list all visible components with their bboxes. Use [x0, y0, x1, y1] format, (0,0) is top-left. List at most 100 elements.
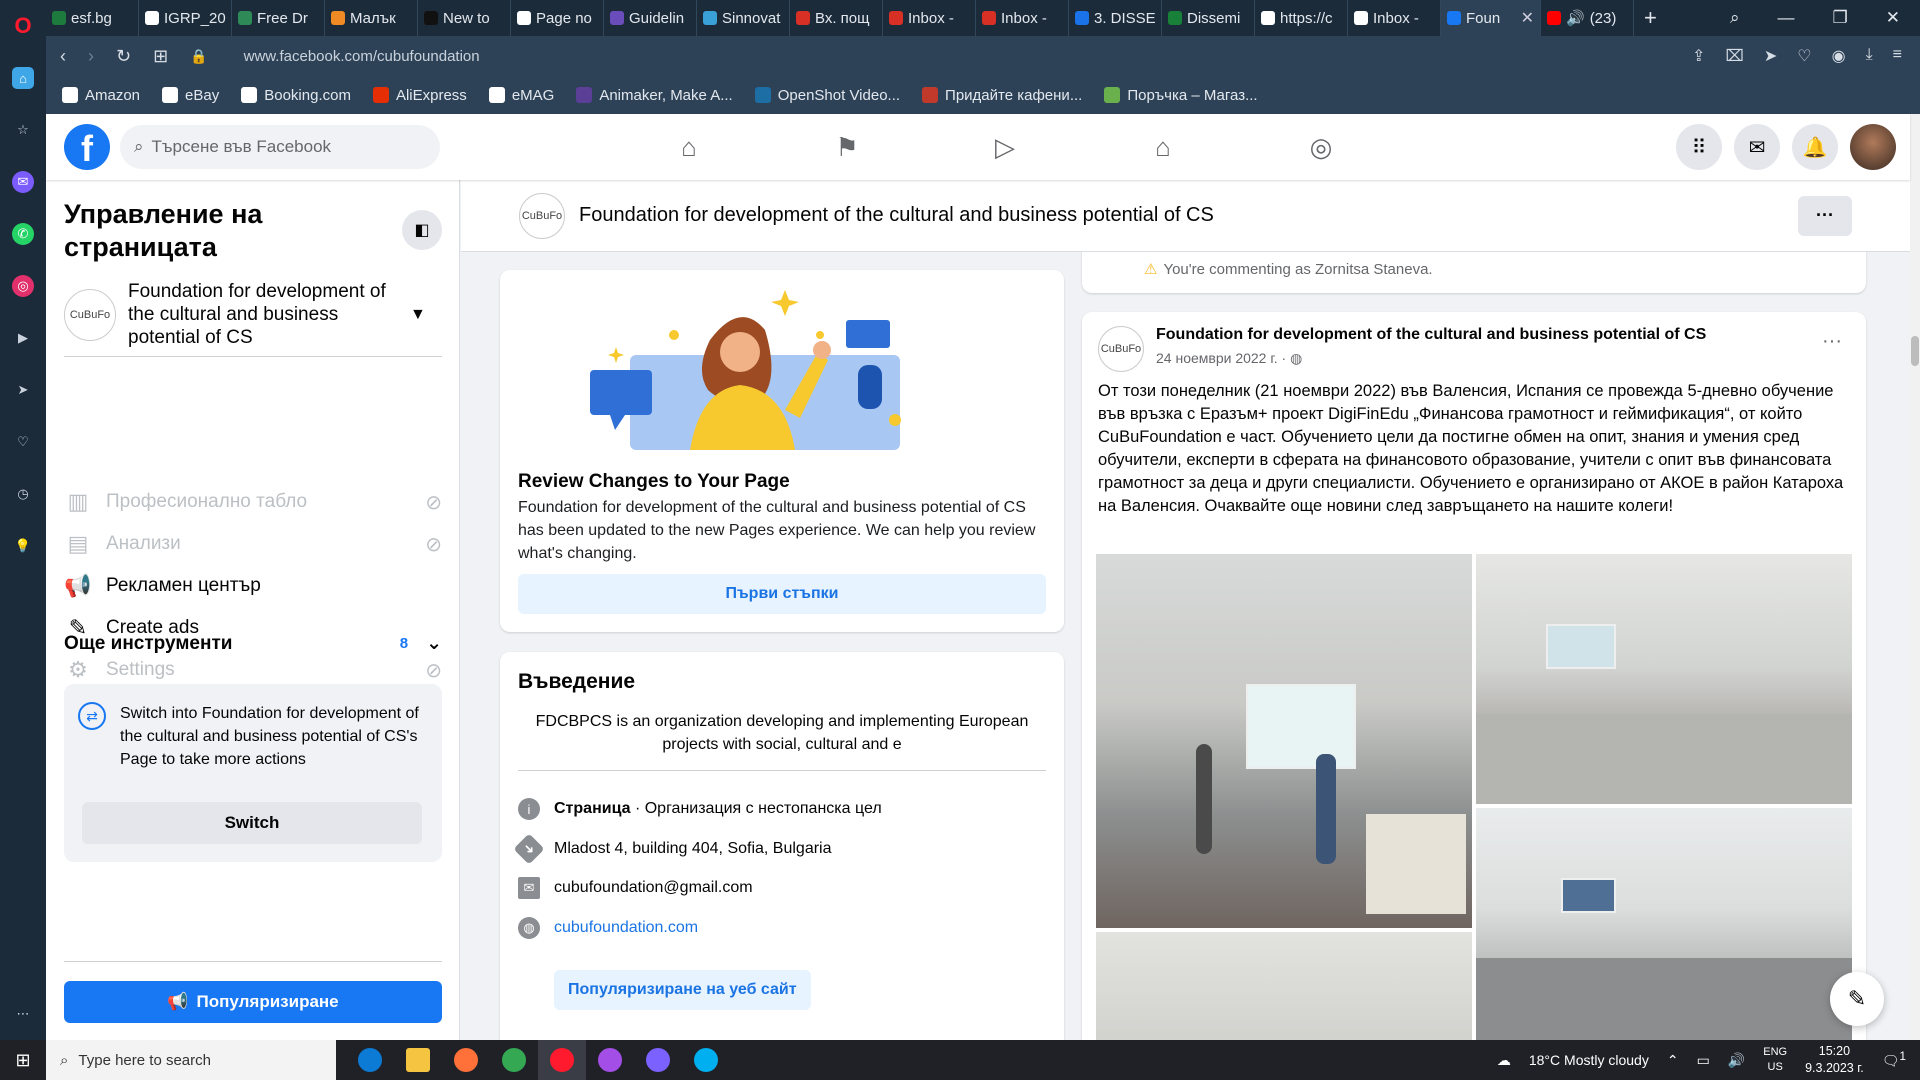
heart-icon[interactable]: ♡: [0, 416, 46, 468]
taskbar-search[interactable]: ⌕ Type here to search: [46, 1040, 336, 1080]
browser-tab[interactable]: New to: [418, 0, 511, 36]
send-icon[interactable]: ➤: [1764, 46, 1777, 66]
profile-icon[interactable]: ◉: [1832, 46, 1846, 66]
player-icon[interactable]: ▶: [0, 312, 46, 364]
windows-start-icon[interactable]: ⊞: [0, 1040, 46, 1080]
messenger-icon[interactable]: ✉: [1734, 124, 1780, 170]
browser-tab[interactable]: Page no: [511, 0, 604, 36]
first-steps-button[interactable]: Първи стъпки: [518, 574, 1046, 614]
browser-tab[interactable]: Inbox -: [976, 0, 1069, 36]
bookmark-item[interactable]: eBay: [162, 87, 219, 104]
scroll-thumb[interactable]: [1911, 336, 1919, 366]
browser-tab[interactable]: Guidelin: [604, 0, 697, 36]
browser-tab[interactable]: Малък: [325, 0, 418, 36]
collapse-panel-icon[interactable]: ◧: [402, 210, 442, 250]
bookmark-item[interactable]: Animaker, Make A...: [576, 87, 733, 104]
menu-item[interactable]: ▥ Професионално табло ⊘: [64, 482, 442, 522]
post-photo[interactable]: [1096, 932, 1472, 1052]
edge-icon[interactable]: [346, 1040, 394, 1080]
caret-down-icon[interactable]: ▼: [410, 306, 426, 324]
more-icon[interactable]: ⋯: [0, 988, 46, 1040]
page-switcher[interactable]: CuBuFo Foundation for development of the…: [64, 280, 444, 349]
watch-icon[interactable]: ▷: [926, 119, 1084, 175]
weather-text[interactable]: 18°C Mostly cloudy: [1529, 1052, 1649, 1068]
heart-icon[interactable]: ♡: [1797, 46, 1811, 66]
clock[interactable]: 15:20 9.3.2023 г.: [1805, 1043, 1864, 1077]
url-field[interactable]: www.facebook.com/cubufoundation: [244, 48, 480, 65]
close-icon[interactable]: ✕: [1521, 8, 1534, 28]
app-icon[interactable]: [586, 1040, 634, 1080]
menu-item[interactable]: ▤ Анализи ⊘: [64, 524, 442, 564]
firefox-icon[interactable]: [442, 1040, 490, 1080]
compose-message-button[interactable]: ✎: [1830, 972, 1884, 1026]
speed-dial-icon[interactable]: ⌂: [0, 52, 46, 104]
minimize-button[interactable]: —: [1778, 8, 1795, 28]
page-logo[interactable]: CuBuFo: [519, 192, 565, 239]
post-photo[interactable]: [1476, 554, 1852, 804]
forward-icon[interactable]: ›: [88, 46, 94, 67]
post-author-logo[interactable]: CuBuFo: [1098, 326, 1144, 372]
post-date-text[interactable]: 24 ноември 2022 г. ·: [1156, 350, 1286, 366]
file-explorer-icon[interactable]: [394, 1040, 442, 1080]
chrome-icon[interactable]: [490, 1040, 538, 1080]
avatar[interactable]: [1850, 124, 1896, 170]
email-text[interactable]: cubufoundation@gmail.com: [554, 879, 753, 897]
browser-tab[interactable]: Sinnovat: [697, 0, 790, 36]
bookmark-item[interactable]: Поръчка – Магаз...: [1104, 87, 1258, 104]
restore-button[interactable]: ❐: [1833, 8, 1848, 28]
tab-facebook[interactable]: Foun ✕: [1441, 0, 1541, 36]
browser-tab[interactable]: esf.bg: [46, 0, 139, 36]
post-author[interactable]: Foundation for development of the cultur…: [1156, 326, 1706, 344]
switch-button[interactable]: Switch: [82, 802, 422, 844]
browser-tab[interactable]: Inbox -: [883, 0, 976, 36]
drop-app-icon[interactable]: [634, 1040, 682, 1080]
whatsapp-icon[interactable]: ✆: [0, 208, 46, 260]
menu-icon[interactable]: ≡: [1893, 46, 1902, 66]
post-photo[interactable]: [1096, 554, 1472, 928]
notifications-bell-icon[interactable]: 🔔: [1792, 124, 1838, 170]
bookmark-item[interactable]: AliExpress: [372, 87, 467, 104]
marketplace-icon[interactable]: ⌂: [1084, 119, 1242, 175]
back-icon[interactable]: ‹: [60, 46, 66, 67]
skype-icon[interactable]: [682, 1040, 730, 1080]
send-icon[interactable]: ➤: [0, 364, 46, 416]
camera-icon[interactable]: ⌧: [1725, 46, 1743, 66]
notifications-icon[interactable]: 🗨1: [1882, 1050, 1906, 1070]
browser-tab[interactable]: IGRP_20: [139, 0, 232, 36]
tab-youtube[interactable]: 🔊 (23): [1541, 0, 1634, 36]
language-indicator[interactable]: ENG US: [1763, 1045, 1787, 1075]
network-icon[interactable]: ▭: [1697, 1052, 1710, 1069]
opera-icon[interactable]: [538, 1040, 586, 1080]
bookmark-item[interactable]: Придайте кафени...: [922, 87, 1082, 104]
website-link[interactable]: cubufoundation.com: [554, 919, 698, 937]
browser-tab[interactable]: Inbox -: [1348, 0, 1441, 36]
close-window-button[interactable]: ✕: [1886, 8, 1900, 28]
tabs-grid-icon[interactable]: ⊞: [153, 46, 168, 67]
page-scrollbar[interactable]: [1910, 114, 1920, 1040]
facebook-logo[interactable]: f: [64, 124, 110, 170]
volume-icon[interactable]: 🔊: [1728, 1052, 1745, 1069]
groups-icon[interactable]: ◎: [1242, 119, 1400, 175]
star-icon[interactable]: ☆: [0, 104, 46, 156]
browser-tab[interactable]: https://c: [1255, 0, 1348, 36]
home-icon[interactable]: ⌂: [610, 119, 768, 175]
download-icon[interactable]: ⤓: [1866, 46, 1873, 66]
bookmark-item[interactable]: OpenShot Video...: [754, 87, 900, 104]
reload-icon[interactable]: ↻: [116, 46, 131, 67]
browser-tab[interactable]: Вх. пощ: [790, 0, 883, 36]
new-tab-button[interactable]: +: [1644, 5, 1657, 31]
promote-website-button[interactable]: Популяризиране на уеб сайт: [554, 970, 811, 1010]
bookmark-item[interactable]: Amazon: [62, 87, 140, 104]
bookmark-item[interactable]: eMAG: [488, 87, 554, 104]
post-photo[interactable]: [1476, 808, 1852, 1052]
post-options-icon[interactable]: ···: [1822, 330, 1842, 353]
menu-item[interactable]: 📢 Рекламен център: [64, 566, 442, 606]
browser-tab[interactable]: Dissemi: [1162, 0, 1255, 36]
instagram-icon[interactable]: ◎: [0, 260, 46, 312]
opera-logo-icon[interactable]: O: [0, 0, 46, 52]
more-options-button[interactable]: ···: [1798, 195, 1852, 236]
share-icon[interactable]: ⇪: [1692, 46, 1705, 66]
promote-button[interactable]: 📢 Популяризиране: [64, 981, 442, 1023]
search-input[interactable]: Търсене във Facebook: [152, 137, 332, 157]
messenger-icon[interactable]: ✉: [0, 156, 46, 208]
